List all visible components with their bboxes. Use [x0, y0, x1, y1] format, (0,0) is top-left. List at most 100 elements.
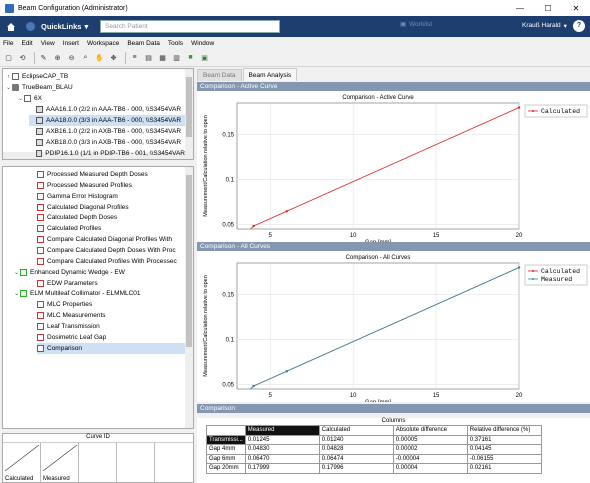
column-header[interactable]: Measured	[244, 425, 320, 436]
tree-group[interactable]: ⌄ Enhanced Dynamic Wedge - EW	[13, 267, 185, 278]
expand-arrow-icon[interactable]: ⌄	[13, 290, 20, 297]
tree-item[interactable]: EDW Parameters	[37, 278, 185, 289]
open-icon[interactable]: ⟲	[17, 52, 28, 63]
data-point[interactable]	[285, 210, 288, 213]
menu-item-file[interactable]: File	[3, 40, 13, 47]
tree-item[interactable]: Compare Calculated Diagonal Profiles Wit…	[37, 234, 185, 245]
data-icon	[37, 312, 44, 320]
tree-item-label: Compare Calculated Diagonal Profiles Wit…	[47, 236, 173, 244]
close-button[interactable]: ✕	[562, 0, 590, 16]
tree-item[interactable]: Compare Calculated Depth Doses With Proc	[37, 245, 185, 256]
hand-icon[interactable]: ✋	[94, 52, 105, 63]
stop-icon[interactable]: ▣	[199, 52, 210, 63]
chart-active-curve: Comparison - Active Curve 5 10 15 20 0.05 0.1 0…	[197, 91, 590, 242]
curve-thumb-calculated[interactable]: Calculated	[3, 443, 41, 483]
tree-item[interactable]: AAA18.0.0 (3/3 in AAA-TB6 - 000, \\S3454…	[29, 115, 185, 126]
tree2-scrollbar[interactable]	[185, 167, 193, 428]
tree-item[interactable]: PDIP16.1.0 (1/1 in PDIP-TB6 - 001, \\S34…	[29, 148, 185, 159]
search-patient-input[interactable]: Search Patient	[100, 20, 280, 33]
data-point[interactable]	[517, 106, 521, 109]
tree-item-label: Calculated Depth Doses	[47, 214, 118, 222]
section-header-comparison: Comparison	[197, 404, 590, 413]
column-header[interactable]	[206, 425, 246, 436]
tree-item[interactable]: AXB18.0.0 (3/3 in AXB-TB6 - 000, \\S3454…	[29, 137, 185, 148]
data-point[interactable]	[252, 384, 255, 388]
tree-item[interactable]: AXB16.1.0 (2/2 in AXB-TB6 - 000, \\S3454…	[29, 126, 185, 137]
home-icon[interactable]	[6, 22, 16, 32]
row-header: Gap 6mm	[206, 453, 246, 464]
zoom-in-icon[interactable]: ⊕	[52, 52, 63, 63]
legend-label: Measured	[541, 276, 572, 283]
column-header[interactable]: Relative difference (%)	[466, 425, 542, 436]
table-row[interactable]: Gap 6mm 0.06470 0.06474 -0.00004 -0.06155	[206, 453, 542, 464]
tree-item[interactable]: Calculated Profiles	[37, 223, 185, 234]
data-point[interactable]	[252, 224, 255, 228]
tree-item[interactable]: › EclipseCAP_TB	[5, 71, 185, 82]
collapse-arrow-icon[interactable]: ›	[5, 74, 12, 80]
tree-item[interactable]: MLC Measurements	[37, 310, 185, 321]
tree-item[interactable]: Calculated Diagonal Profiles	[37, 202, 185, 213]
table-row[interactable]: Transmissi... 0.01245 0.01240 0.00005 0.3716…	[206, 434, 542, 445]
minimize-button[interactable]: —	[506, 0, 534, 16]
grid-icon[interactable]: ▦	[157, 52, 168, 63]
tree-item[interactable]: Dosimetric Leaf Gap	[37, 332, 185, 343]
comparison-table[interactable]: Measured Calculated Absolute difference Rel…	[206, 425, 542, 474]
quicklinks-menu[interactable]: QuickLinks ▾	[41, 22, 88, 31]
maximize-button[interactable]: ☐	[534, 0, 562, 16]
tree-item[interactable]: ⌄ TrueBeam_BLAU	[5, 82, 185, 93]
chart-icon[interactable]: ▥	[171, 52, 182, 63]
column-header[interactable]: Absolute difference	[392, 425, 468, 436]
table-row[interactable]: Gap 20mm 0.17999 0.17996 0.00004 0.02161	[206, 463, 542, 474]
search-icon[interactable]: ⌕	[80, 52, 91, 63]
menu-item-workspace[interactable]: Workspace	[87, 40, 119, 47]
menu-item-insert[interactable]: Insert	[63, 40, 79, 47]
tree-group[interactable]: ⌄ ELM Multileaf Collimator - ELMMLC01	[13, 288, 185, 299]
tree-item[interactable]: Processed Measured Profiles	[37, 180, 185, 191]
menu-item-edit[interactable]: Edit	[21, 40, 32, 47]
back-icon[interactable]	[26, 22, 35, 31]
tree-item[interactable]: AAA16.1.0 (2/2 in AAA-TB6 - 000, \\S3454…	[29, 104, 185, 115]
user-menu[interactable]: Krauß Harald ▾	[522, 22, 567, 30]
tools-icon[interactable]: ✎	[38, 52, 49, 63]
column-header[interactable]: Calculated	[318, 425, 394, 436]
tree-item[interactable]: Leaf Transmission	[37, 321, 185, 332]
arrows-icon[interactable]: ✥	[108, 52, 119, 63]
expand-arrow-icon[interactable]: ⌄	[13, 269, 20, 276]
tree-item[interactable]: ⌄ 6X	[17, 93, 185, 104]
tree-item[interactable]: Processed Measured Depth Doses	[37, 169, 185, 180]
table-icon[interactable]: ▤	[143, 52, 154, 63]
menu-item-view[interactable]: View	[41, 40, 55, 47]
tree-item[interactable]: Calculated Depth Doses	[37, 212, 185, 223]
ruler-icon[interactable]: ≡	[129, 52, 140, 63]
data-point[interactable]	[285, 370, 288, 373]
tree-item[interactable]: Comparison	[37, 342, 185, 354]
new-icon[interactable]: ▢	[3, 52, 14, 63]
table-cell: -0.00004	[392, 453, 468, 464]
tree-item[interactable]: Gamma Error Histogram	[37, 191, 185, 202]
zoom-out-icon[interactable]: ⊖	[66, 52, 77, 63]
help-button[interactable]: ?	[573, 20, 585, 32]
tree-item[interactable]: MLC Properties	[37, 299, 185, 310]
tree-item-label: AAA16.1.0 (2/2 in AAA-TB6 - 000, \\S3454…	[46, 106, 182, 113]
tab-beam-data[interactable]: Beam Data	[197, 69, 242, 81]
beam-data-tree[interactable]: Processed Measured Depth Doses Processed …	[2, 166, 194, 429]
menu-item-window[interactable]: Window	[191, 40, 214, 47]
expand-arrow-icon[interactable]: ⌄	[5, 84, 12, 91]
menu-item-tools[interactable]: Tools	[168, 40, 183, 47]
tree-item[interactable]: Compare Calculated Profiles With Process…	[37, 256, 185, 267]
expand-arrow-icon[interactable]: ⌄	[17, 95, 24, 102]
tab-beam-analysis[interactable]: Beam Analysis	[242, 68, 298, 81]
curve-thumb-measured[interactable]: Measured	[41, 443, 79, 483]
tree-item-label: AAA18.0.0 (3/3 in AAA-TB6 - 000, \\S3454…	[46, 117, 182, 124]
table-row[interactable]: Gap 4mm 0.04830 0.04828 0.00002 0.04145	[206, 444, 542, 455]
tree-scrollbar[interactable]	[185, 69, 193, 159]
y-tick-label: 0.15	[222, 133, 234, 139]
configuration-tree[interactable]: › EclipseCAP_TB ⌄ TrueBeam_BLAU ⌄ 6X AAA16.1.0…	[2, 68, 194, 160]
title-bar: Beam Configuration (Administrator) — ☐ ✕	[0, 0, 590, 16]
chevron-down-icon: ▾	[84, 22, 89, 31]
worklist-button[interactable]: ▣ Worklist	[400, 20, 432, 29]
menu-item-beam-data[interactable]: Beam Data	[127, 40, 160, 47]
data-point[interactable]	[517, 266, 521, 269]
check-icon[interactable]: ■	[185, 52, 196, 63]
section-header-all-curves: Comparison - All Curves	[197, 242, 590, 251]
